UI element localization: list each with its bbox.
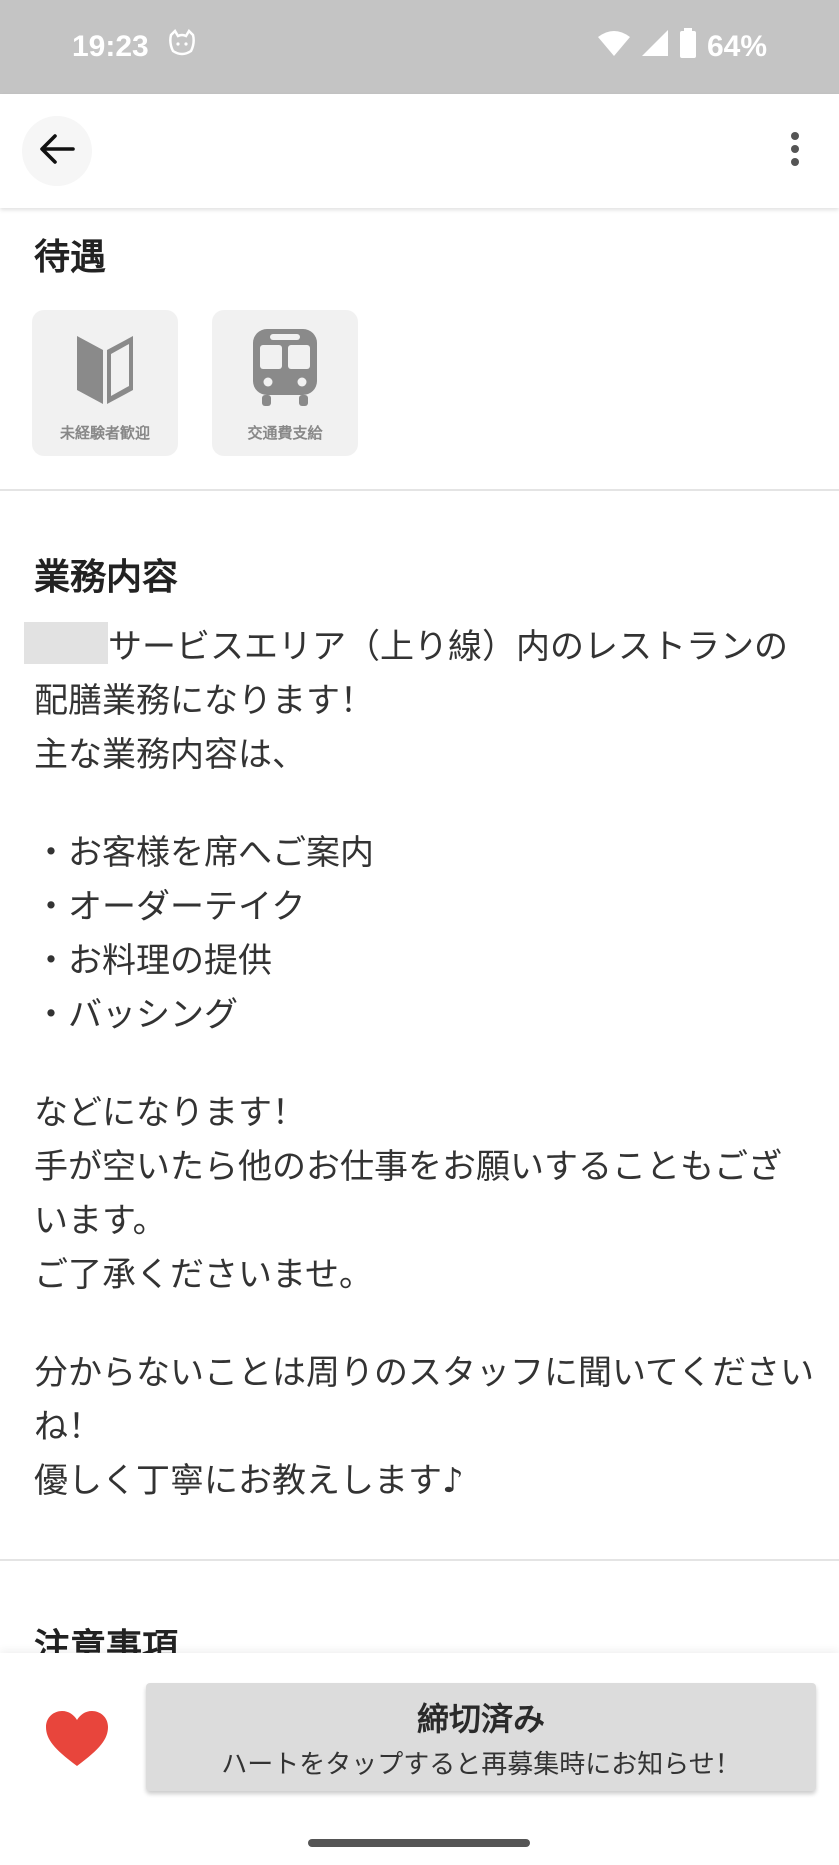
cat-notification-icon [167, 28, 197, 65]
benefit-card-transport: 交通費支給 [212, 310, 358, 456]
benefits-title: 待遇 [34, 237, 107, 278]
benefit-card-beginner: 未経験者歓迎 [32, 310, 178, 456]
more-vertical-icon [790, 131, 800, 171]
divider [0, 1559, 839, 1561]
train-icon [252, 327, 318, 411]
arrow-left-icon [39, 133, 75, 169]
signal-icon [641, 29, 669, 65]
wifi-icon [597, 29, 631, 65]
more-options-button[interactable] [765, 116, 825, 186]
job-description-paragraph: サービスエリア（上り線）内のレストランの配膳業務になります！ 主な業務内容は、 [24, 620, 814, 782]
back-button[interactable] [22, 116, 92, 186]
job-description-paragraph: などになります！ 手が空いたら他のお仕事をお願いすることもございます。 ご了承く… [34, 1093, 782, 1295]
job-description-paragraph: 分からないことは周りのスタッフに聞いてくださいね！ 優しく丁寧にお教えします♪ [34, 1353, 814, 1501]
home-indicator[interactable] [308, 1839, 530, 1847]
battery-percent: 64% [706, 30, 767, 63]
benefit-label: 未経験者歓迎 [59, 424, 150, 442]
status-bar: 19:23 64% [0, 0, 839, 94]
job-description-title: 業務内容 [34, 557, 179, 598]
job-detail-content[interactable]: 待遇 未経験者歓迎 交通費支給 業務内容 サービスエリア（上り線）内のレストラン… [0, 208, 839, 1653]
app-bar [0, 94, 839, 208]
bottom-action-bar: 締切済み ハートをタップすると再募集時にお知らせ！ [0, 1653, 839, 1865]
closed-button-label: 締切済み [416, 1699, 545, 1738]
heart-icon [44, 1711, 110, 1773]
redacted-location [24, 622, 108, 664]
notes-title: 注意事項 [34, 1627, 179, 1653]
beginner-mark-icon [75, 328, 135, 410]
closed-button-sublabel: ハートをタップすると再募集時にお知らせ！ [221, 1749, 741, 1780]
closed-apply-button[interactable]: 締切済み ハートをタップすると再募集時にお知らせ！ [146, 1683, 816, 1791]
favorite-heart-button[interactable] [44, 1709, 110, 1769]
benefit-label: 交通費支給 [247, 424, 323, 442]
battery-icon [679, 28, 697, 66]
divider [0, 489, 839, 491]
job-duties-list: ・お客様を席へご案内 ・オーダーテイク ・お料理の提供 ・バッシング [34, 833, 374, 1035]
status-time: 19:23 [72, 30, 149, 63]
